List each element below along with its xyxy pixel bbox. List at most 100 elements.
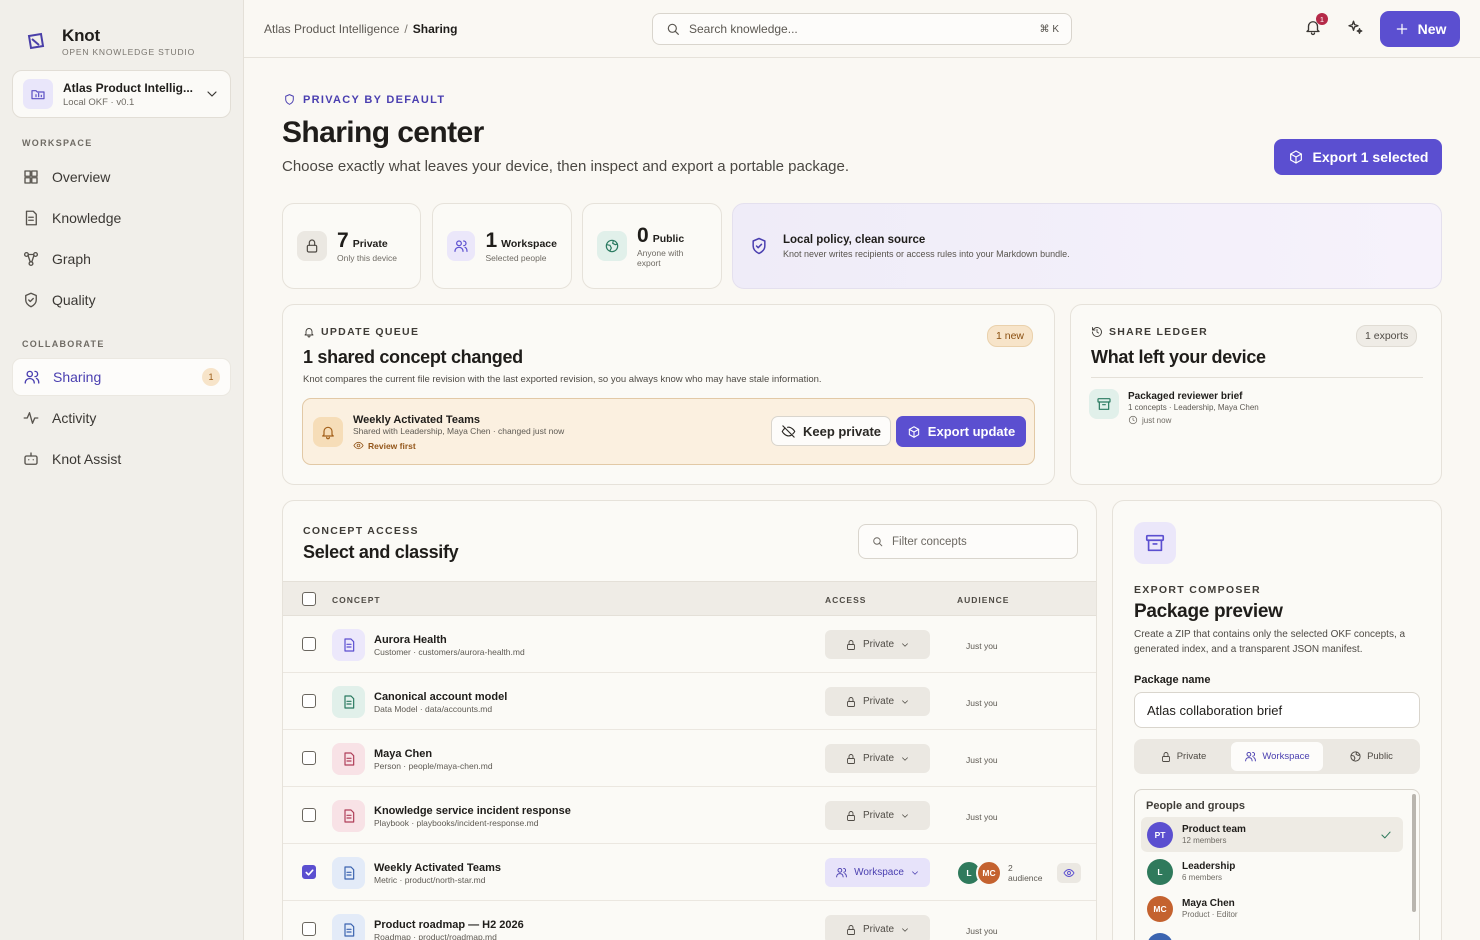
person-option[interactable] (1141, 928, 1403, 940)
access-dropdown[interactable]: Private (825, 744, 930, 773)
access-dropdown[interactable]: Private (825, 801, 930, 830)
stat-workspace: 1 Workspace Selected people (432, 203, 572, 289)
search-icon (667, 23, 679, 35)
table-row[interactable]: Product roadmap — H2 2026 Roadmap · produ… (283, 901, 1096, 940)
chevron-down-icon (900, 754, 910, 764)
sidebar-item-label: Quality (52, 292, 96, 308)
share-ledger-panel: SHARE LEDGER 1 exports What left your de… (1070, 304, 1442, 485)
search-input[interactable]: Search knowledge... ⌘ K (652, 13, 1072, 45)
row-checkbox[interactable] (302, 922, 316, 936)
export-selected-button[interactable]: Export 1 selected (1274, 139, 1442, 175)
workspace-switcher[interactable]: Atlas Product Intellig... Local OKF · v0… (12, 70, 231, 118)
table-row[interactable]: Maya Chen Person · people/maya-chen.md Pri… (283, 730, 1096, 787)
concept-path: Playbook · playbooks/incident-response.m… (374, 818, 539, 828)
update-queue-kicker: UPDATE QUEUE (303, 326, 419, 338)
review-first-label: Review first (368, 440, 416, 451)
concept-name[interactable]: Knowledge service incident response (374, 805, 571, 817)
concept-name[interactable]: Canonical account model (374, 691, 507, 703)
row-checkbox[interactable] (302, 751, 316, 765)
sidebar-item-overview[interactable]: Overview (12, 158, 231, 196)
filter-placeholder: Filter concepts (892, 535, 967, 548)
export-update-button[interactable]: Export update (896, 416, 1026, 447)
row-checkbox[interactable] (302, 808, 316, 822)
sidebar-item-activity[interactable]: Activity (12, 399, 231, 437)
concept-name[interactable]: Maya Chen (374, 748, 432, 760)
update-item: Weekly Activated Teams Shared with Leade… (302, 398, 1035, 465)
table-row[interactable]: Aurora Health Customer · customers/aurora… (283, 616, 1096, 673)
audience-count-value: 2 (1008, 863, 1013, 873)
search-icon (873, 537, 883, 547)
column-concept: CONCEPT (332, 595, 381, 605)
audience-value: Just you (966, 812, 998, 822)
nav-section-collaborate: COLLABORATE (22, 339, 105, 349)
people-list-header: People and groups (1146, 800, 1246, 812)
concept-path: Customer · customers/aurora-health.md (374, 647, 525, 657)
sidebar-item-knowledge[interactable]: Knowledge (12, 199, 231, 237)
sidebar-item-quality[interactable]: Quality (12, 281, 231, 319)
search-placeholder: Search knowledge... (689, 22, 798, 36)
globe-icon (1350, 751, 1361, 762)
new-button[interactable]: New (1380, 11, 1460, 47)
row-checkbox[interactable] (302, 694, 316, 708)
table-row[interactable]: Knowledge service incident response Playb… (283, 787, 1096, 844)
visibility-segmented-control: Private Workspace Public (1134, 739, 1420, 774)
chevron-down-icon (900, 925, 910, 935)
update-queue-badge: 1 new (987, 325, 1034, 347)
row-checkbox[interactable] (302, 865, 316, 879)
preview-audience-button[interactable] (1057, 863, 1081, 883)
ledger-item[interactable]: Packaged reviewer brief 1 concepts · Lea… (1089, 389, 1259, 425)
sidebar-item-label: Overview (52, 169, 111, 185)
topbar: Atlas Product Intelligence / Sharing Searc… (244, 0, 1480, 58)
select-all-checkbox[interactable] (302, 592, 316, 606)
chevron-down-icon (207, 91, 217, 97)
table-row[interactable]: Weekly Activated Teams Metric · product/n… (283, 844, 1096, 901)
segment-private[interactable]: Private (1137, 742, 1229, 771)
breadcrumb-root[interactable]: Atlas Product Intelligence (264, 22, 399, 36)
table-row[interactable]: Canonical account model Data Model · data… (283, 673, 1096, 730)
access-dropdown[interactable]: Private (825, 915, 930, 940)
sidebar: Knot OPEN KNOWLEDGE STUDIO Atlas Product… (0, 0, 244, 940)
graph-icon (23, 251, 39, 267)
concept-name[interactable]: Weekly Activated Teams (374, 862, 501, 874)
page-title: Sharing center (282, 116, 484, 149)
access-dropdown[interactable]: Private (825, 687, 930, 716)
audience-value: Just you (966, 755, 998, 765)
review-first-link[interactable]: Review first (353, 440, 416, 451)
history-icon (1092, 327, 1102, 337)
package-icon (1289, 150, 1302, 164)
row-checkbox[interactable] (302, 637, 316, 651)
segment-workspace[interactable]: Workspace (1231, 742, 1323, 771)
sidebar-item-label: Knowledge (52, 210, 122, 226)
breadcrumb: Atlas Product Intelligence / Sharing (264, 22, 457, 36)
access-dropdown[interactable]: Workspace (825, 858, 930, 887)
people-list-scrollbar[interactable] (1412, 794, 1416, 912)
sidebar-item-sharing[interactable]: Sharing 1 (12, 358, 231, 396)
person-option[interactable]: PT Product team 12 members (1141, 817, 1403, 852)
folder-chart-icon (23, 79, 53, 109)
package-preview-title: Package preview (1134, 601, 1283, 622)
access-value: Private (862, 924, 895, 935)
update-item-name: Weekly Activated Teams (353, 414, 480, 426)
assist-button[interactable] (1346, 19, 1364, 37)
clock-icon (1128, 415, 1138, 425)
person-option[interactable]: L Leadership 6 members (1141, 854, 1403, 889)
shield-check-icon (25, 292, 37, 308)
lock-icon (1161, 751, 1170, 762)
person-option[interactable]: MC Maya Chen Product · Editor (1141, 891, 1403, 926)
concept-name[interactable]: Product roadmap — H2 2026 (374, 919, 524, 931)
access-dropdown[interactable]: Private (825, 630, 930, 659)
concept-name[interactable]: Aurora Health (374, 634, 447, 646)
access-value: Private (862, 753, 895, 764)
sidebar-item-graph[interactable]: Graph (12, 240, 231, 278)
brand[interactable]: Knot OPEN KNOWLEDGE STUDIO (22, 26, 195, 57)
chevron-down-icon (900, 811, 910, 821)
segment-public[interactable]: Public (1325, 742, 1417, 771)
package-name-input[interactable] (1134, 692, 1420, 728)
update-item-meta: Shared with Leadership, Maya Chen · chan… (353, 426, 565, 436)
filter-concepts-input[interactable]: Filter concepts (858, 524, 1078, 559)
keep-private-button[interactable]: Keep private (771, 416, 891, 446)
notifications-button[interactable]: 1 (1304, 13, 1328, 36)
document-icon (25, 210, 37, 226)
sidebar-item-knot-assist[interactable]: Knot Assist (12, 440, 231, 478)
share-ledger-kicker: SHARE LEDGER (1091, 326, 1208, 338)
